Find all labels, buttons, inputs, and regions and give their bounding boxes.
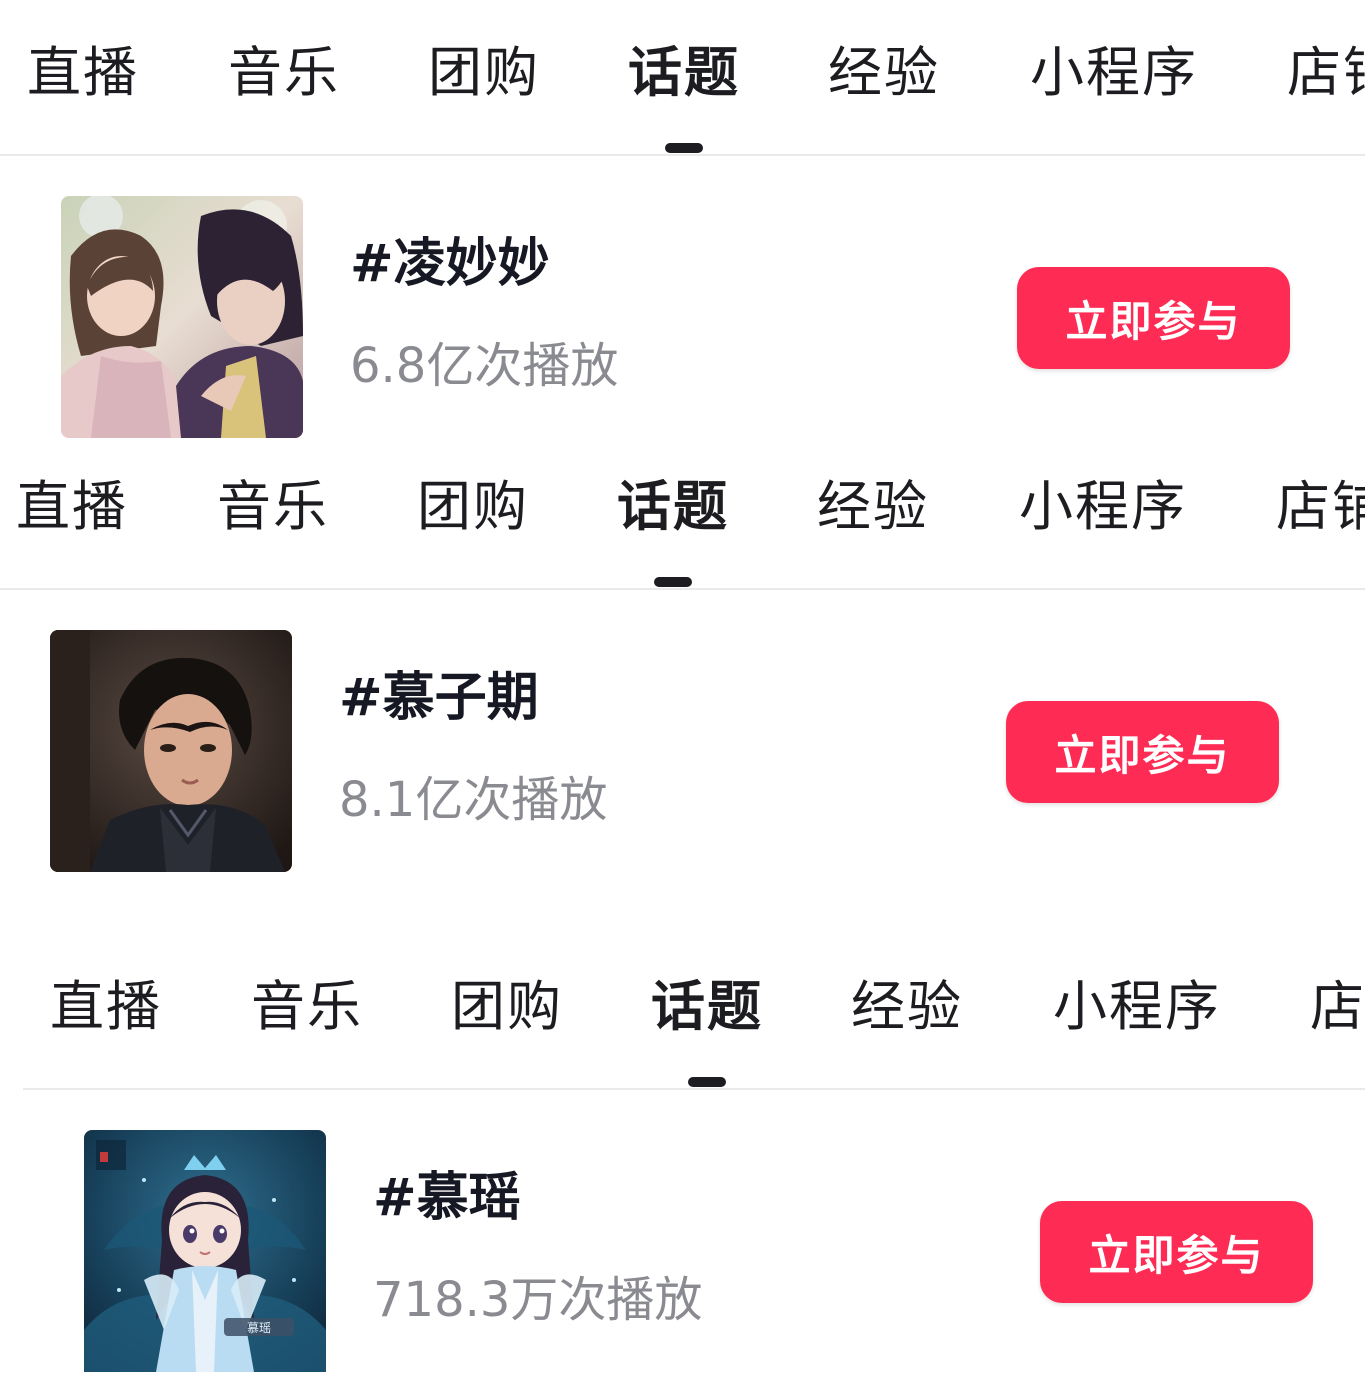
tab-music[interactable]: 音乐 bbox=[251, 970, 363, 1044]
tab-group-buy[interactable]: 团购 bbox=[428, 36, 540, 110]
tab-live[interactable]: 直播 bbox=[16, 470, 128, 544]
active-tab-indicator bbox=[654, 577, 692, 587]
tab-divider bbox=[0, 154, 1365, 156]
tab-mini-program[interactable]: 小程序 bbox=[1030, 36, 1198, 110]
tab-experience[interactable]: 经验 bbox=[851, 970, 963, 1044]
tab-mini-program[interactable]: 小程序 bbox=[1019, 470, 1187, 544]
tab-topic[interactable]: 话题 bbox=[617, 470, 729, 544]
topic-title[interactable]: #慕子期 bbox=[339, 666, 539, 730]
topic-section-2: 直播 音乐 团购 话题 经验 小程序 店铺 #慕子期 8.1亿次播放 立即参与 bbox=[0, 434, 1365, 874]
active-tab-indicator bbox=[688, 1077, 726, 1087]
tab-mini-program[interactable]: 小程序 bbox=[1053, 970, 1221, 1044]
topic-play-count: 6.8亿次播放 bbox=[350, 338, 619, 394]
topic-thumbnail[interactable]: 慕瑶 bbox=[84, 1130, 326, 1372]
tab-live[interactable]: 直播 bbox=[27, 36, 139, 110]
topic-row[interactable]: #凌妙妙 6.8亿次播放 立即参与 bbox=[0, 196, 1365, 440]
category-tab-bar: 直播 音乐 团购 话题 经验 小程序 店铺 bbox=[0, 434, 1365, 588]
tab-experience[interactable]: 经验 bbox=[817, 470, 929, 544]
topic-title[interactable]: #凌妙妙 bbox=[350, 232, 550, 296]
topic-section-3: 直播 音乐 团购 话题 经验 小程序 店铺 bbox=[23, 934, 1365, 1372]
topic-thumbnail[interactable] bbox=[61, 196, 303, 438]
topic-play-count: 8.1亿次播放 bbox=[339, 772, 608, 828]
tab-divider bbox=[23, 1088, 1365, 1090]
join-now-button[interactable]: 立即参与 bbox=[1006, 701, 1279, 803]
tab-experience[interactable]: 经验 bbox=[828, 36, 940, 110]
tab-shop[interactable]: 店铺 bbox=[1287, 36, 1365, 110]
category-tab-bar: 直播 音乐 团购 话题 经验 小程序 店铺 bbox=[23, 934, 1365, 1088]
tab-music[interactable]: 音乐 bbox=[217, 470, 329, 544]
thumbnail-caption: 慕瑶 bbox=[247, 1321, 271, 1335]
topic-row[interactable]: #慕子期 8.1亿次播放 立即参与 bbox=[0, 630, 1365, 874]
join-now-button[interactable]: 立即参与 bbox=[1040, 1201, 1313, 1303]
tab-shop[interactable]: 店铺 bbox=[1276, 470, 1365, 544]
tab-live[interactable]: 直播 bbox=[50, 970, 162, 1044]
tab-music[interactable]: 音乐 bbox=[228, 36, 340, 110]
topic-thumbnail[interactable] bbox=[50, 630, 292, 872]
tab-topic[interactable]: 话题 bbox=[651, 970, 763, 1044]
join-now-button[interactable]: 立即参与 bbox=[1017, 267, 1290, 369]
category-tab-bar: 直播 音乐 团购 话题 经验 小程序 店铺 bbox=[0, 0, 1365, 154]
tab-group-buy[interactable]: 团购 bbox=[451, 970, 563, 1044]
tab-shop[interactable]: 店铺 bbox=[1310, 970, 1365, 1044]
tab-divider bbox=[0, 588, 1365, 590]
topic-play-count: 718.3万次播放 bbox=[373, 1272, 703, 1328]
tab-topic[interactable]: 话题 bbox=[628, 36, 740, 110]
topic-title[interactable]: #慕瑶 bbox=[373, 1166, 521, 1230]
topic-row[interactable]: 慕瑶 #慕瑶 718.3万次播放 立即参与 bbox=[23, 1130, 1365, 1374]
tab-group-buy[interactable]: 团购 bbox=[417, 470, 529, 544]
topic-section-1: 直播 音乐 团购 话题 经验 小程序 店铺 bbox=[0, 0, 1365, 440]
active-tab-indicator bbox=[665, 143, 703, 153]
